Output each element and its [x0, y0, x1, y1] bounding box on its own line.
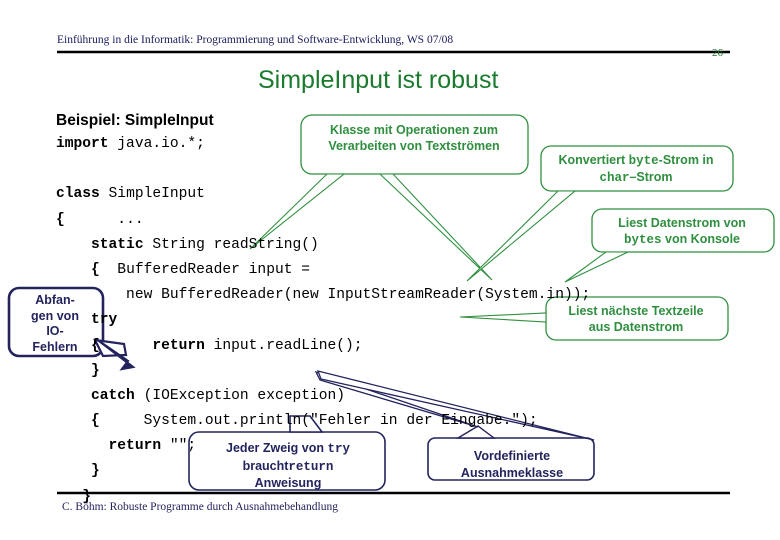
- code-text: ...: [64, 211, 144, 228]
- callout-text: Verarbeiten von Textströmen: [328, 139, 500, 153]
- callout-text: Fehlern: [32, 339, 78, 354]
- code-line: { BufferedReader input =: [56, 258, 590, 283]
- page-number: 26: [712, 47, 723, 59]
- callout-line: Klasse mit Operationen zum: [308, 122, 520, 138]
- code-keyword: }: [91, 362, 100, 379]
- callout-text: -Strom in: [658, 153, 714, 167]
- callout-line: brauchtreturn: [196, 458, 380, 476]
- callout-text: Klasse mit Operationen zum: [329, 123, 499, 137]
- callout-line: IO-: [12, 324, 98, 340]
- callout-text: Konvertiert: [558, 153, 629, 167]
- callout-line: Anweisung: [196, 475, 380, 492]
- code-line: { return input.readLine();: [56, 334, 590, 359]
- callout-line: Verarbeiten von Textströmen: [308, 138, 520, 154]
- callout-line: Fehlern: [12, 340, 98, 356]
- slide-header: Einführung in die Informatik: Programmie…: [57, 34, 454, 46]
- callout-text: IO-: [46, 324, 64, 338]
- code-keyword: static: [91, 236, 144, 253]
- slide-footer: C. Böhm: Robuste Programme durch Ausnahm…: [62, 501, 338, 513]
- callout-line: Liest Datenstrom von: [598, 215, 766, 231]
- code-line: try: [56, 308, 590, 333]
- code-text: java.io.*;: [108, 136, 205, 152]
- callout-text: Abfan-: [35, 293, 75, 307]
- code-keyword: {: [91, 261, 100, 278]
- code-keyword: {: [91, 413, 100, 430]
- callout-line: Abfan-: [12, 293, 98, 309]
- code-text: System.out.println("Fehler in der Eingab…: [99, 413, 538, 430]
- page-title: SimpleInput ist robust: [258, 66, 499, 94]
- callout-code-token: byte: [628, 154, 659, 168]
- code-line: catch (IOException exception): [56, 384, 590, 409]
- callout-line: aus Datenstrom: [552, 319, 720, 335]
- callout-code-token: bytes: [624, 233, 662, 247]
- callout-text: Liest nächste Textzeile: [568, 304, 704, 318]
- callout-text: Anweisung: [254, 476, 322, 490]
- code-text: "";: [161, 438, 197, 455]
- callout-abfangen: Abfan-gen von IO- Fehlern: [12, 293, 98, 355]
- callout-liest-bytes: Liest Datenstrom von bytes von Konsole: [598, 215, 766, 248]
- callout-text: braucht: [242, 458, 289, 473]
- code-keyword: catch: [91, 387, 135, 404]
- example-caption: Beispiel: SimpleInput: [56, 112, 214, 129]
- callout-jeder-zweig: Jeder Zweig von try brauchtreturn Anweisun…: [196, 440, 380, 492]
- code-keyword: class: [56, 186, 100, 203]
- code-text: String readString(): [143, 236, 319, 253]
- code-text: new BufferedReader(new InputStreamReader…: [56, 287, 591, 304]
- callout-code-token: char: [599, 171, 630, 185]
- code-line: { System.out.println("Fehler in der Eing…: [56, 409, 590, 434]
- callout-line: char–Strom: [548, 169, 724, 186]
- callout-text: gen von: [31, 308, 79, 323]
- code-keyword: {: [56, 211, 65, 228]
- callout-text: Vordefinierte: [473, 449, 551, 463]
- callout-text: aus Datenstrom: [588, 320, 684, 334]
- callout-text: Strom: [636, 170, 673, 184]
- callout-konvertiert: Konvertiert byte-Strom in char–Strom: [548, 152, 724, 186]
- callout-text: Jeder Zweig von: [226, 441, 328, 455]
- code-keyword: import: [56, 136, 109, 152]
- code-text: BufferedReader input =: [99, 261, 310, 278]
- code-line: new BufferedReader(new InputStreamReader…: [56, 283, 590, 308]
- code-text: input.readLine();: [204, 337, 363, 354]
- code-line: }: [56, 359, 590, 384]
- callout-text: Ausnahmeklasse: [460, 465, 564, 480]
- code-text: (IOException exception): [134, 387, 346, 404]
- code-line: class SimpleInput: [56, 182, 590, 207]
- code-line: { ...: [56, 208, 590, 233]
- callout-line: Ausnahmeklasse: [434, 465, 590, 482]
- callout-line: Jeder Zweig von try: [196, 440, 380, 458]
- code-keyword: }: [91, 463, 100, 480]
- callout-code-token: try: [327, 442, 350, 456]
- callout-line: Konvertiert byte-Strom in: [548, 152, 724, 169]
- callout-line: bytes von Konsole: [598, 231, 766, 248]
- callout-code-token: return: [288, 459, 334, 474]
- callout-vordefiniert: Vordefinierte Ausnahmeklasse: [434, 448, 590, 481]
- callout-text: Liest Datenstrom von: [618, 216, 746, 230]
- callout-line: gen von: [12, 309, 98, 325]
- callout-text: von Konsole: [661, 232, 740, 246]
- callout-klasse: Klasse mit Operationen zum Verarbeiten vo…: [308, 122, 520, 154]
- code-keyword: return: [108, 438, 162, 455]
- code-text: SimpleInput: [99, 186, 205, 203]
- callout-line: Liest nächste Textzeile: [552, 303, 720, 319]
- code-line: static String readString(): [56, 233, 590, 258]
- code-keyword: return: [152, 337, 205, 354]
- slide-canvas: Einführung in die Informatik: Programmie…: [0, 0, 780, 540]
- callout-liest-zeile: Liest nächste Textzeile aus Datenstrom: [552, 303, 720, 335]
- callout-line: Vordefinierte: [434, 448, 590, 465]
